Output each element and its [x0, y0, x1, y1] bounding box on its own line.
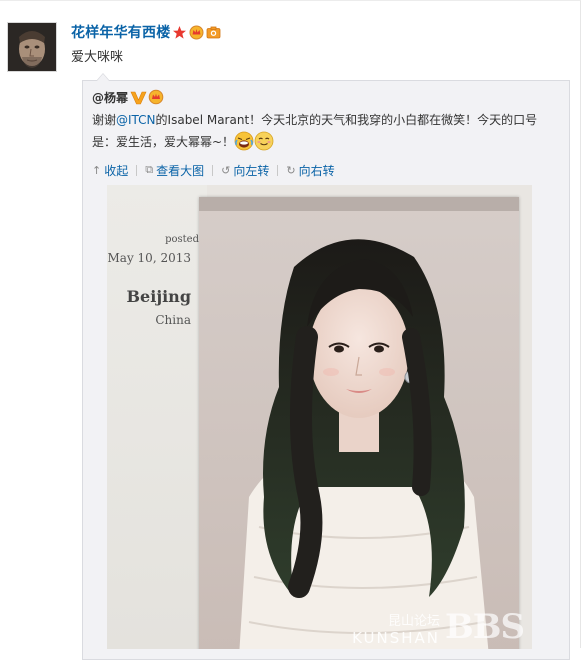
vip-star-icon[interactable]: [172, 25, 187, 40]
watermark-chinese: 昆山论坛: [387, 614, 440, 629]
collapse-arrow-icon: ↑: [92, 163, 102, 177]
posted-country: China: [155, 313, 191, 327]
rotate-left-button[interactable]: ↺ 向左转: [221, 162, 269, 179]
weibo-post: 花样年华有西楼 爱大咪咪 @杨幂 谢谢@ITCN的Isabel Marant！今…: [0, 0, 581, 660]
rotate-right-label: 向右转: [298, 163, 335, 178]
view-large-label: 查看大图: [156, 163, 205, 178]
repost-text-before: 谢谢: [92, 113, 117, 127]
collapse-label: 收起: [104, 163, 129, 178]
repost-text: 谢谢@ITCN的Isabel Marant！今天北京的天气和我穿的小白都在微笑！…: [92, 110, 552, 153]
repost-text-after: 的Isabel Marant！今天北京的天气和我穿的小白都在微笑！今天的口号是：…: [92, 113, 538, 149]
rotate-left-icon: ↺: [221, 163, 231, 177]
photo-caption-panel: posted May 10, 2013 Beijing China: [107, 185, 207, 649]
collapse-button[interactable]: ↑ 收起: [92, 162, 128, 179]
watermark-english: KUNSHAN: [352, 629, 440, 647]
posted-date: May 10, 2013: [107, 251, 191, 265]
toolbar-divider: [212, 164, 214, 176]
verified-v-icon[interactable]: [130, 90, 147, 105]
portrait-illustration: [199, 197, 519, 649]
post-author-name[interactable]: 花样年华有西楼: [71, 22, 170, 42]
portrait-photo: [199, 197, 519, 649]
repost-header: @杨幂: [92, 87, 164, 107]
avatar-image: [8, 23, 56, 71]
content-smile-emoji-icon: [254, 131, 274, 151]
crown-icon[interactable]: [148, 89, 164, 105]
repost-pointer-arrow: [96, 73, 110, 81]
avatar[interactable]: [7, 22, 57, 72]
rotate-right-button[interactable]: ↻ 向右转: [286, 162, 334, 179]
repost-author-name[interactable]: @杨幂: [92, 89, 128, 106]
image-toolbar: ↑ 收起 ⧉ 查看大图 ↺ 向左转 ↻ 向右转: [92, 161, 335, 179]
post-header: 花样年华有西楼: [71, 21, 221, 43]
toolbar-divider: [277, 164, 279, 176]
rotate-left-label: 向左转: [233, 163, 270, 178]
rotate-right-icon: ↻: [286, 163, 296, 177]
toolbar-divider: [136, 164, 138, 176]
view-large-button[interactable]: ⧉ 查看大图: [145, 162, 204, 179]
posted-label: posted: [165, 234, 199, 245]
crown-icon[interactable]: [189, 25, 204, 40]
camera-icon[interactable]: [206, 25, 221, 40]
watermark-logo: BBS: [444, 607, 525, 647]
mention-link[interactable]: @ITCN: [116, 113, 156, 127]
post-image[interactable]: posted May 10, 2013 Beijing China 昆山论坛 K…: [107, 185, 532, 649]
external-view-icon: ⧉: [145, 163, 154, 176]
laughing-cry-emoji-icon: [234, 131, 254, 151]
post-text: 爱大咪咪: [71, 50, 124, 65]
posted-city: Beijing: [126, 287, 191, 306]
